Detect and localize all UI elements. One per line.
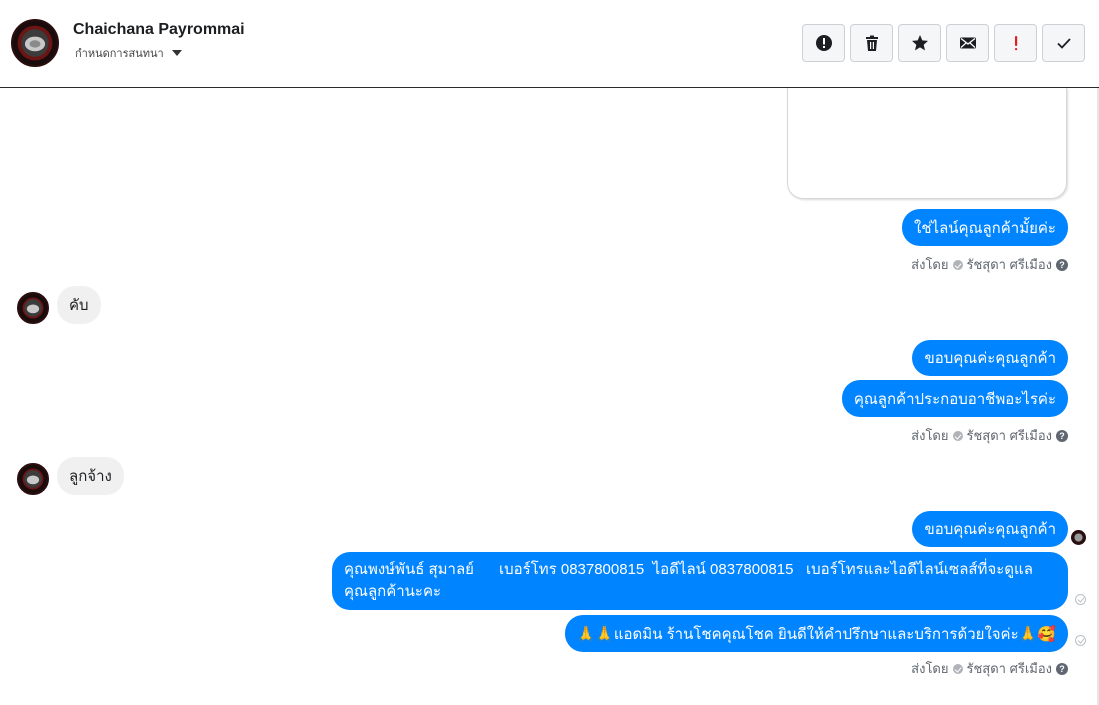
sent-by-agent: รัชสุดา ศรีเมือง [966, 661, 1053, 676]
verified-icon [952, 663, 963, 674]
contact-name: Chaichana Payrommai [73, 21, 245, 38]
verified-icon [952, 430, 963, 441]
help-icon[interactable]: ? [1056, 258, 1068, 271]
sent-by-label: ส่งโดย รัชสุดา ศรีเมือง ? [911, 658, 1068, 679]
message-text: คุณพงษ์พันธ์ สุมาลย์ เบอร์โทร 0837800815… [344, 561, 1033, 600]
avatar-image [19, 465, 47, 493]
trash-icon [865, 35, 878, 51]
sent-by-label: ส่งโดย รัชสุดา ศรีเมือง ? [911, 425, 1068, 446]
message-text: ขอบคุณค่ะคุณลูกค้า [924, 521, 1056, 538]
important-icon [1014, 36, 1017, 51]
sent-by-agent: รัชสุดา ศรีเมือง [966, 257, 1053, 272]
contact-avatar-small[interactable] [17, 463, 49, 495]
incoming-message[interactable]: ลูกจ้าง [57, 457, 124, 495]
avatar-image [19, 294, 47, 322]
conversation-settings-dropdown[interactable]: กำหนดการสนทนา [75, 44, 182, 62]
avatar-image [13, 21, 57, 65]
message-text: 🙏🙏แอดมิน ร้านโชคคุณโชค ยินดีให้คำปรึกษาแ… [576, 625, 1056, 643]
mark-important-button[interactable] [994, 24, 1037, 62]
star-button[interactable] [898, 24, 941, 62]
message-text: ใช่ไลน์คุณลูกค้ามั้ยค่ะ [914, 219, 1056, 237]
incoming-message[interactable]: คับ [57, 286, 101, 324]
outgoing-message[interactable]: 🙏🙏แอดมิน ร้านโชคคุณโชค ยินดีให้คำปรึกษาแ… [564, 615, 1068, 652]
conversation-settings-label: กำหนดการสนทนา [75, 48, 164, 60]
outgoing-message[interactable]: ขอบคุณค่ะคุณลูกค้า [912, 340, 1068, 376]
image-attachment[interactable] [787, 88, 1067, 199]
delivered-check-icon [1075, 594, 1086, 605]
mail-icon [959, 37, 976, 49]
outgoing-message[interactable]: คุณลูกค้าประกอบอาชีพอะไรค่ะ [841, 380, 1068, 417]
message-text: ลูกจ้าง [69, 468, 112, 485]
spam-icon [815, 35, 832, 51]
message-text: คุณลูกค้าประกอบอาชีพอะไรค่ะ [853, 390, 1056, 408]
sent-by-prefix: ส่งโดย [911, 428, 949, 443]
sent-by-label: ส่งโดย รัชสุดา ศรีเมือง ? [911, 254, 1068, 275]
star-icon [911, 35, 928, 51]
outgoing-message[interactable]: ขอบคุณค่ะคุณลูกค้า [912, 511, 1068, 547]
caret-down-icon [171, 50, 182, 56]
message-text: ขอบคุณค่ะคุณลูกค้า [924, 350, 1056, 367]
seen-avatar [1071, 530, 1086, 545]
contact-avatar[interactable] [11, 19, 59, 67]
contact-avatar-small[interactable] [17, 292, 49, 324]
delete-button[interactable] [850, 24, 893, 62]
avatar-image [1072, 531, 1085, 544]
help-icon[interactable]: ? [1056, 429, 1068, 442]
delivered-check-icon [1075, 635, 1086, 646]
checkmark-icon [1056, 38, 1071, 49]
help-icon[interactable]: ? [1056, 662, 1068, 675]
mark-spam-button[interactable] [802, 24, 845, 62]
outgoing-message[interactable]: ใช่ไลน์คุณลูกค้ามั้ยค่ะ [902, 209, 1068, 246]
sent-by-agent: รัชสุดา ศรีเมือง [966, 428, 1053, 443]
mark-done-button[interactable] [1042, 24, 1085, 62]
sent-by-prefix: ส่งโดย [911, 661, 949, 676]
outgoing-message[interactable]: คุณพงษ์พันธ์ สุมาลย์ เบอร์โทร 0837800815… [332, 552, 1068, 610]
conversation-header: Chaichana Payrommai กำหนดการสนทนา [0, 0, 1099, 88]
mark-unread-button[interactable] [946, 24, 989, 62]
message-text: คับ [69, 297, 89, 314]
verified-icon [952, 259, 963, 270]
sent-by-prefix: ส่งโดย [911, 257, 949, 272]
